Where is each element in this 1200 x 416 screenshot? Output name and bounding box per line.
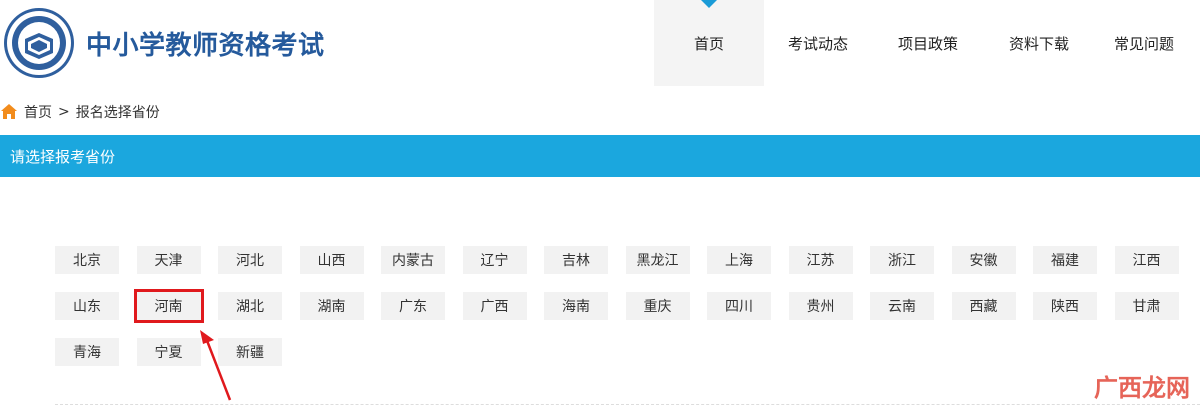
province-button[interactable]: 福建 xyxy=(1033,246,1097,274)
province-button[interactable]: 河南 xyxy=(133,289,204,323)
book-seal-icon xyxy=(4,8,74,78)
nav-policy[interactable]: 项目政策 xyxy=(872,0,984,86)
page: 中小学教师资格考试 首页 考试动态 项目政策 资料下载 常见问题 首页 > 报名… xyxy=(0,0,1200,416)
province-button[interactable]: 黑龙江 xyxy=(625,246,690,274)
province-button[interactable]: 宁夏 xyxy=(136,338,201,366)
province-button[interactable]: 海南 xyxy=(544,292,608,320)
province-button[interactable]: 内蒙古 xyxy=(381,246,445,274)
divider xyxy=(55,404,1200,405)
nav-label: 考试动态 xyxy=(787,34,848,53)
province-button[interactable]: 辽宁 xyxy=(462,246,527,274)
breadcrumb: 首页 > 报名选择省份 xyxy=(0,102,160,122)
province-button[interactable]: 湖北 xyxy=(218,292,282,320)
province-button[interactable]: 陕西 xyxy=(1033,292,1097,320)
province-section-title: 请选择报考省份 xyxy=(0,135,1200,177)
nav-home[interactable]: 首页 xyxy=(654,0,764,86)
main-nav: 首页 考试动态 项目政策 资料下载 常见问题 xyxy=(654,0,1194,86)
province-button[interactable]: 北京 xyxy=(55,246,119,274)
province-button[interactable]: 贵州 xyxy=(788,292,853,320)
watermark: 广西龙网 xyxy=(1094,374,1190,402)
nav-downloads[interactable]: 资料下载 xyxy=(984,0,1094,86)
nav-label: 资料下载 xyxy=(1008,34,1069,53)
breadcrumb-separator: > xyxy=(58,104,70,120)
red-arrow-icon xyxy=(200,330,232,401)
province-button[interactable]: 山东 xyxy=(55,292,119,320)
province-button[interactable]: 四川 xyxy=(707,292,771,320)
breadcrumb-current: 报名选择省份 xyxy=(75,105,160,121)
province-button[interactable]: 吉林 xyxy=(544,246,608,274)
active-pointer-icon xyxy=(700,0,718,8)
nav-exam-news[interactable]: 考试动态 xyxy=(764,0,872,86)
province-button[interactable]: 甘肃 xyxy=(1114,292,1179,320)
province-button[interactable]: 天津 xyxy=(136,246,201,274)
province-button[interactable]: 重庆 xyxy=(625,292,690,320)
nav-label: 项目政策 xyxy=(897,34,958,53)
province-button[interactable]: 广东 xyxy=(381,292,445,320)
province-button[interactable]: 河北 xyxy=(218,246,282,274)
site-title: 中小学教师资格考试 xyxy=(86,30,325,61)
nav-label: 常见问题 xyxy=(1113,34,1174,53)
province-bar-title: 请选择报考省份 xyxy=(10,147,116,166)
header: 中小学教师资格考试 首页 考试动态 项目政策 资料下载 常见问题 xyxy=(0,0,1200,90)
home-icon xyxy=(1,104,17,119)
province-button[interactable]: 西藏 xyxy=(951,292,1016,320)
province-button[interactable]: 安徽 xyxy=(951,246,1016,274)
province-button[interactable]: 上海 xyxy=(707,246,771,274)
province-button[interactable]: 云南 xyxy=(870,292,934,320)
nav-faq[interactable]: 常见问题 xyxy=(1094,0,1194,86)
province-button[interactable]: 浙江 xyxy=(870,246,934,274)
breadcrumb-home-link[interactable]: 首页 xyxy=(24,102,52,122)
province-button[interactable]: 江苏 xyxy=(788,246,853,274)
nav-label: 首页 xyxy=(693,34,724,53)
province-button[interactable]: 青海 xyxy=(55,338,119,366)
province-button[interactable]: 广西 xyxy=(462,292,527,320)
logo[interactable]: 中小学教师资格考试 xyxy=(4,8,325,78)
province-button[interactable]: 江西 xyxy=(1114,246,1179,274)
province-button[interactable]: 湖南 xyxy=(299,292,364,320)
province-button[interactable]: 山西 xyxy=(299,246,364,274)
